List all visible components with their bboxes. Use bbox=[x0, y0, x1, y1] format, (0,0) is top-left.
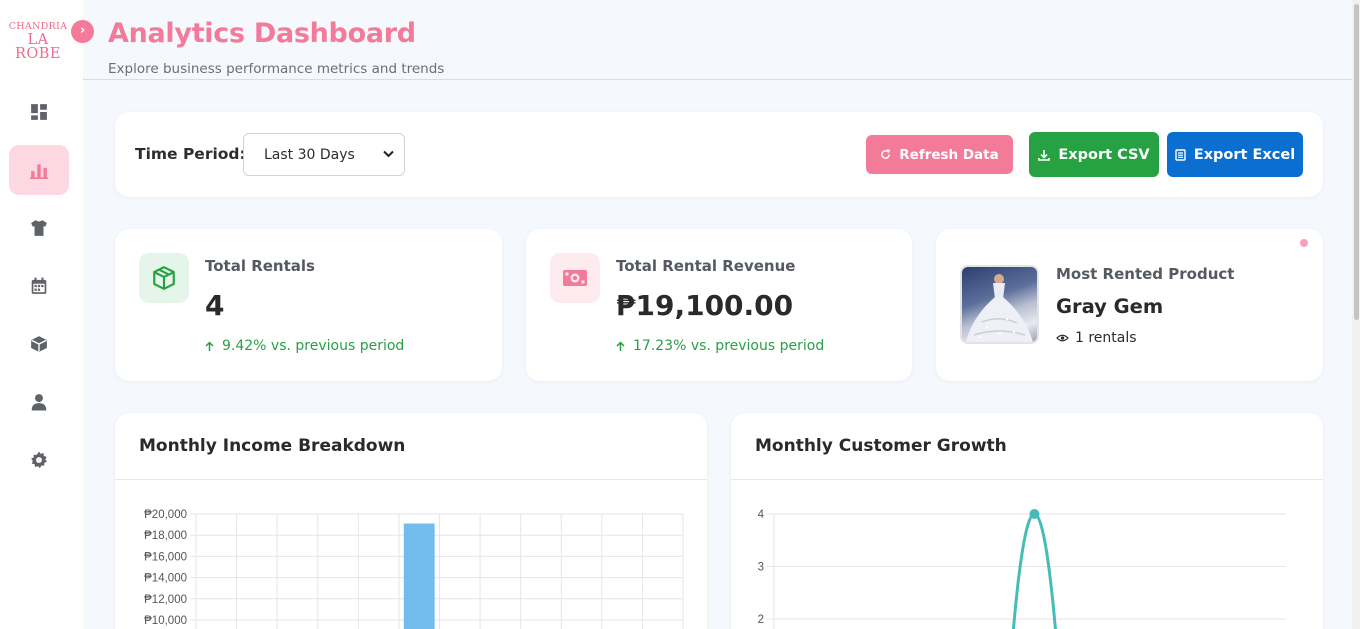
export-csv-label: Export CSV bbox=[1058, 146, 1150, 163]
most-rented-label: Most Rented Product bbox=[1056, 265, 1235, 283]
y-tick-label: ₱12,000 bbox=[144, 594, 187, 606]
y-tick-label: ₱20,000 bbox=[144, 509, 187, 521]
arrow-up-icon bbox=[205, 340, 214, 351]
download-icon bbox=[1038, 149, 1051, 161]
arrow-up-icon bbox=[616, 340, 625, 351]
sidebar-item-calendar[interactable] bbox=[9, 261, 69, 311]
dashboard-icon bbox=[31, 104, 47, 120]
calendar-icon bbox=[31, 277, 47, 294]
refresh-data-button[interactable]: Refresh Data bbox=[866, 135, 1013, 174]
product-image bbox=[960, 265, 1039, 344]
y-tick-label: 3 bbox=[758, 562, 764, 574]
growth-chart-title: Monthly Customer Growth bbox=[755, 436, 1007, 456]
bar-chart-icon bbox=[30, 164, 48, 179]
y-tick-label: ₱14,000 bbox=[144, 573, 187, 585]
bar bbox=[403, 523, 435, 629]
brand-logo[interactable]: CHANDRIA LA ROBE bbox=[2, 21, 74, 61]
total-rentals-card: Total Rentals 4 9.42% vs. previous perio… bbox=[115, 229, 502, 381]
filter-bar: Time Period: Last 30 Days Refresh Data E… bbox=[115, 112, 1323, 197]
income-chart-title: Monthly Income Breakdown bbox=[139, 436, 406, 456]
scrollbar[interactable] bbox=[1352, 0, 1360, 629]
y-tick-label: ₱16,000 bbox=[144, 551, 187, 563]
income-chart-card: Monthly Income Breakdown ₱20,000 ₱18,000 ₱… bbox=[115, 413, 707, 629]
package-icon bbox=[139, 253, 189, 303]
export-excel-button[interactable]: Export Excel bbox=[1167, 132, 1303, 177]
y-tick-label: 2 bbox=[758, 614, 764, 626]
most-rented-name: Gray Gem bbox=[1056, 295, 1164, 318]
total-revenue-change-text: 17.23% vs. previous period bbox=[633, 338, 825, 354]
y-tick-label: 4 bbox=[758, 509, 765, 521]
money-icon bbox=[550, 253, 600, 303]
refresh-data-label: Refresh Data bbox=[899, 146, 999, 163]
customer-growth-chart-card: Monthly Customer Growth 4 3 2 bbox=[731, 413, 1323, 629]
total-rentals-change-text: 9.42% vs. previous period bbox=[222, 338, 405, 354]
sidebar-toggle-button[interactable]: › bbox=[71, 20, 94, 43]
eye-icon bbox=[1056, 334, 1069, 342]
page-header: Analytics Dashboard Explore business per… bbox=[83, 0, 1360, 80]
customer-growth-chart: 4 3 2 bbox=[758, 509, 1286, 629]
total-rentals-label: Total Rentals bbox=[205, 257, 315, 275]
refresh-icon bbox=[881, 149, 891, 159]
sidebar-item-settings[interactable] bbox=[9, 435, 69, 485]
page-title: Analytics Dashboard bbox=[108, 18, 416, 49]
total-rentals-value: 4 bbox=[205, 289, 225, 322]
y-tick-label: ₱10,000 bbox=[144, 615, 187, 627]
most-rented-product-card: Most Rented Product Gray Gem 1 rentals bbox=[936, 229, 1323, 381]
brand-line-1: CHANDRIA bbox=[8, 21, 68, 32]
income-chart: ₱20,000 ₱18,000 ₱16,000 ₱14,000 ₱12,000 ₱10,0… bbox=[144, 509, 684, 629]
total-revenue-change: 17.23% vs. previous period bbox=[616, 338, 824, 354]
sidebar-item-products[interactable] bbox=[9, 203, 69, 253]
indicator-dot bbox=[1300, 239, 1308, 247]
export-excel-label: Export Excel bbox=[1193, 146, 1296, 163]
sidebar-item-customers[interactable] bbox=[9, 377, 69, 427]
scrollbar-thumb[interactable] bbox=[1354, 4, 1359, 320]
total-revenue-label: Total Rental Revenue bbox=[616, 257, 796, 275]
user-icon bbox=[31, 394, 47, 411]
sidebar: CHANDRIA LA ROBE bbox=[0, 0, 83, 629]
brand-line-2: LA ROBE bbox=[14, 31, 62, 62]
data-point bbox=[1029, 509, 1040, 519]
time-period-select[interactable]: Last 30 Days bbox=[243, 133, 405, 176]
y-tick-label: ₱18,000 bbox=[144, 530, 187, 542]
box-icon bbox=[31, 336, 47, 352]
series-line bbox=[1011, 512, 1057, 629]
chevron-down-icon bbox=[383, 148, 394, 161]
sidebar-item-inventory[interactable] bbox=[9, 319, 69, 369]
export-csv-button[interactable]: Export CSV bbox=[1029, 132, 1159, 177]
most-rented-count: 1 rentals bbox=[1056, 330, 1137, 346]
shirt-icon bbox=[31, 220, 47, 236]
spreadsheet-icon bbox=[1175, 148, 1186, 161]
most-rented-count-text: 1 rentals bbox=[1075, 330, 1137, 346]
page-subtitle: Explore business performance metrics and… bbox=[108, 61, 445, 77]
time-period-label: Time Period: bbox=[135, 145, 246, 163]
total-revenue-card: Total Rental Revenue ₱19,100.00 17.23% v… bbox=[526, 229, 912, 381]
sidebar-item-dashboard[interactable] bbox=[9, 87, 69, 137]
time-period-value: Last 30 Days bbox=[264, 146, 355, 163]
gear-icon bbox=[31, 451, 47, 469]
total-revenue-value: ₱19,100.00 bbox=[616, 289, 794, 322]
sidebar-item-analytics[interactable] bbox=[9, 145, 69, 195]
total-rentals-change: 9.42% vs. previous period bbox=[205, 338, 404, 354]
